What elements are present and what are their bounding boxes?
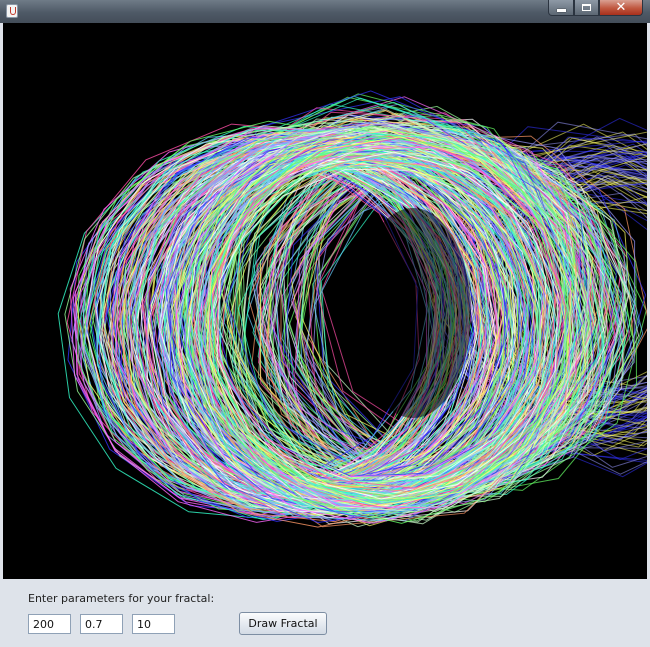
close-button[interactable]: ✕ (599, 0, 643, 16)
parameter-prompt: Enter parameters for your fractal: (28, 592, 215, 605)
fractal-canvas (3, 23, 647, 579)
fractal-center (355, 208, 471, 418)
maximize-icon (582, 4, 591, 11)
parameter-panel: Enter parameters for your fractal: Draw … (0, 579, 650, 647)
title-bar[interactable]: ✕ (0, 0, 650, 23)
draw-fractal-button[interactable]: Draw Fractal (239, 612, 327, 635)
minimize-button[interactable] (548, 0, 574, 16)
ratio-field[interactable] (80, 614, 123, 634)
window-controls: ✕ (548, 0, 643, 17)
maximize-button[interactable] (574, 0, 599, 16)
close-icon: ✕ (615, 0, 627, 15)
depth-field[interactable] (132, 614, 175, 634)
application-window: ✕ Enter parameters for your fractal: Dra… (0, 0, 650, 647)
minimize-icon (556, 8, 566, 12)
java-app-icon[interactable] (6, 4, 18, 18)
fractal-drawing (57, 90, 647, 528)
length-field[interactable] (28, 614, 71, 634)
